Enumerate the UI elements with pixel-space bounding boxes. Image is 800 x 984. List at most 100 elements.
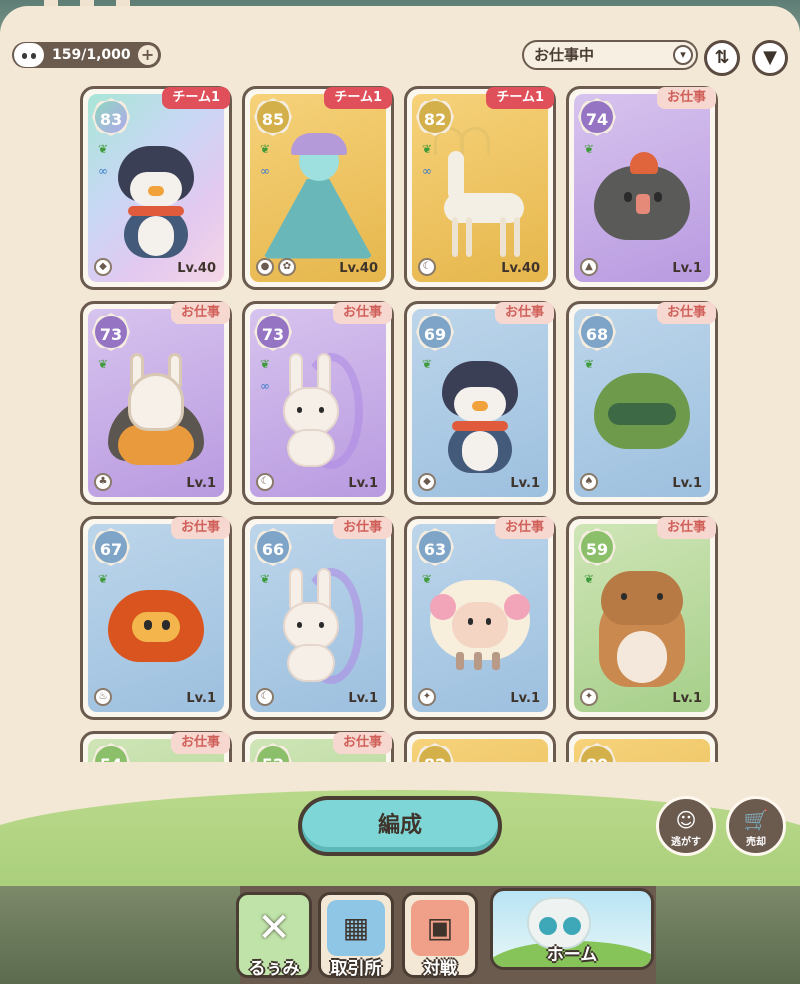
work-tag: お仕事 — [332, 517, 392, 539]
swirl-icon: ∞ — [260, 164, 270, 178]
level-label: Lv.1 — [672, 691, 702, 706]
card-art: 66 ❦ ☾ Lv.1 — [250, 524, 386, 712]
earth-element-icon: ▲ — [580, 258, 598, 276]
creature-card[interactable]: 82 ❦ ∞ ☾ Lv.40 チーム1 — [404, 86, 556, 290]
star-element-icon: ✦ — [580, 688, 598, 706]
sell-label: 売却 — [746, 837, 766, 848]
sort-order-button[interactable]: ⇅ — [704, 40, 740, 76]
leaf-icon: ❦ — [260, 572, 271, 586]
power-badge: 63 — [416, 528, 454, 566]
creature-card[interactable]: 66 ❦ ☾ Lv.1 お仕事 — [242, 516, 394, 720]
chevron-down-icon: ▾ — [673, 45, 693, 65]
creature-card[interactable]: 85 ❦ ∞ ● ✿ Lv.40 チーム1 — [242, 86, 394, 290]
creature-count-value: 159/1,000 — [52, 47, 131, 63]
sort-dropdown[interactable]: お仕事中 ▾ — [522, 40, 698, 70]
release-label: 逃がす — [671, 837, 701, 848]
work-tag: お仕事 — [656, 87, 716, 109]
sort-selected-value: お仕事中 — [534, 46, 595, 64]
leaf-icon: ❦ — [584, 142, 595, 156]
penguin-creature — [442, 360, 518, 473]
sell-button[interactable]: 🛒 売却 — [726, 796, 786, 856]
power-badge: 73 — [92, 313, 130, 351]
card-art: 73 ❦ ∞ ☾ Lv.1 — [250, 309, 386, 497]
power-badge: 74 — [578, 98, 616, 136]
nav-item-exchange[interactable]: ▦ 取引所 — [318, 892, 394, 979]
moon-bunny-creature — [273, 567, 363, 684]
leaf-icon: ❦ — [584, 572, 595, 586]
card-art: 69 ❦ ◆ Lv.1 — [412, 309, 548, 497]
work-tag: お仕事 — [170, 302, 230, 324]
stag-creature — [430, 126, 530, 259]
creature-card[interactable]: 74 ❦ ▲ Lv.1 お仕事 — [566, 86, 718, 290]
turtle-creature — [108, 352, 204, 469]
close-x-icon: ✕ — [257, 905, 291, 951]
creature-card[interactable]: 80 — [566, 731, 718, 762]
flower-element-icon: ✿ — [278, 258, 296, 276]
work-tag: お仕事 — [170, 517, 230, 539]
creature-card[interactable]: 83 ❦ ∞ ◆ Lv.40 チーム1 — [80, 86, 232, 290]
moon-element-icon: ☾ — [256, 473, 274, 491]
crystal-element-icon: ◆ — [94, 258, 112, 276]
creature-card[interactable]: 69 ❦ ◆ Lv.1 お仕事 — [404, 301, 556, 505]
nav-item-home[interactable]: ホーム — [490, 888, 654, 970]
card-art: 63 ❦ ✦ Lv.1 — [412, 524, 548, 712]
plus-icon[interactable]: + — [137, 45, 158, 65]
leaf-icon: ❦ — [98, 572, 109, 586]
creature-card[interactable]: 67 ❦ ♨ Lv.1 お仕事 — [80, 516, 232, 720]
leaf-icon: ❦ — [260, 142, 271, 156]
work-tag: お仕事 — [656, 302, 716, 324]
nav-item-rumi[interactable]: ✕ るぅみ — [236, 892, 312, 979]
power-badge: 54 — [92, 743, 130, 762]
creature-count: 159/1,000 + — [12, 42, 161, 68]
team-tag: チーム1 — [486, 87, 554, 109]
water-element-icon: ● — [256, 258, 274, 276]
card-art: 82 — [412, 739, 548, 762]
leaf-icon: ❦ — [422, 572, 433, 586]
creature-card[interactable]: 82 — [404, 731, 556, 762]
card-art: 67 ❦ ♨ Lv.1 — [88, 524, 224, 712]
release-creature-icon: ☺ — [675, 808, 697, 832]
work-tag: お仕事 — [332, 732, 392, 754]
clover-element-icon: ♣ — [94, 473, 112, 491]
sort-arrows-icon: ⇅ — [714, 47, 730, 68]
work-tag: お仕事 — [170, 732, 230, 754]
moon-bunny-creature — [273, 352, 363, 469]
nav-label: 対戦 — [423, 959, 457, 979]
release-button[interactable]: ☺ 逃がす — [656, 796, 716, 856]
level-label: Lv.1 — [510, 691, 540, 706]
leaf-icon: ❦ — [422, 357, 433, 371]
creature-card[interactable]: 68 ❦ ♠ Lv.1 お仕事 — [566, 301, 718, 505]
card-art: 80 — [574, 739, 710, 762]
filter-button[interactable]: ▼ — [752, 40, 788, 76]
work-tag: お仕事 — [494, 517, 554, 539]
creature-card[interactable]: 59 ❦ ✦ Lv.1 お仕事 — [566, 516, 718, 720]
creature-card[interactable]: 63 ❦ ✦ Lv.1 お仕事 — [404, 516, 556, 720]
crystal-element-icon: ◆ — [418, 473, 436, 491]
work-tag: お仕事 — [332, 302, 392, 324]
exchange-icon: ▦ — [327, 900, 385, 956]
creature-card[interactable]: 73 ❦ ∞ ☾ Lv.1 お仕事 — [242, 301, 394, 505]
leaf-element-icon: ♠ — [580, 473, 598, 491]
nav-item-battle[interactable]: ▣ 対戦 — [402, 892, 478, 979]
sheep-creature — [430, 579, 530, 672]
filter-icon: ▼ — [763, 47, 777, 68]
level-label: Lv.1 — [186, 476, 216, 491]
creature-card[interactable]: 54 お仕事 — [80, 731, 232, 762]
creature-card[interactable]: 73 ❦ ♣ Lv.1 お仕事 — [80, 301, 232, 505]
moon-element-icon: ☾ — [418, 258, 436, 276]
team-formation-button[interactable]: 編成 — [298, 796, 502, 856]
fairy-creature — [263, 132, 373, 259]
power-badge: 59 — [578, 528, 616, 566]
leaf-icon: ❦ — [98, 142, 109, 156]
swirl-icon: ∞ — [422, 164, 432, 178]
card-art: 82 ❦ ∞ ☾ Lv.40 — [412, 94, 548, 282]
creature-card[interactable]: 52 お仕事 — [242, 731, 394, 762]
swirl-icon: ∞ — [260, 379, 270, 393]
power-badge: 73 — [254, 313, 292, 351]
team-tag: チーム1 — [162, 87, 230, 109]
moon-element-icon: ☾ — [256, 688, 274, 706]
fire-element-icon: ♨ — [94, 688, 112, 706]
nav-label: るぅみ — [248, 959, 300, 979]
level-label: Lv.1 — [510, 476, 540, 491]
power-badge: 82 — [416, 743, 454, 762]
